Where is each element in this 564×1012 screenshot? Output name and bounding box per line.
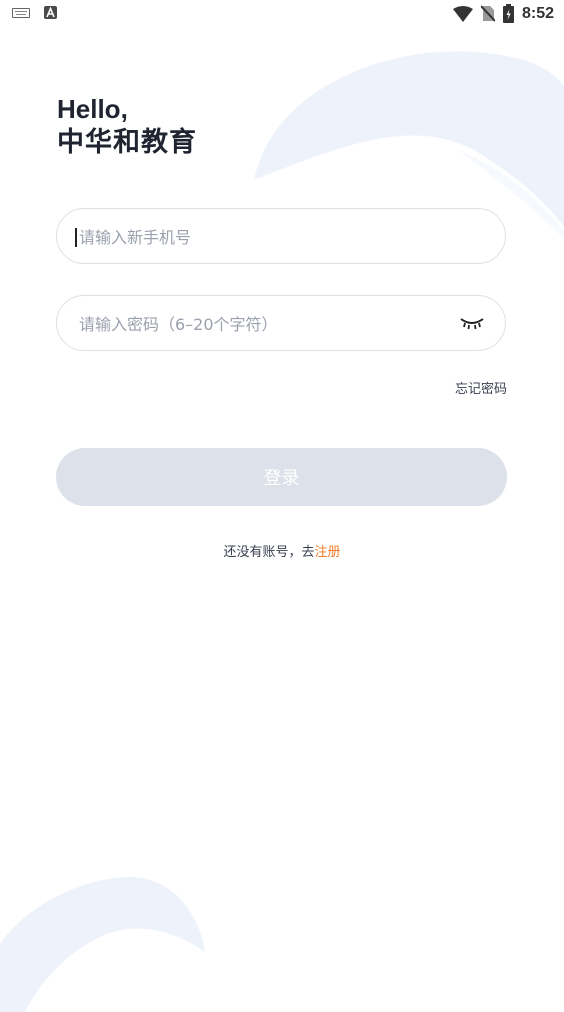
password-field[interactable] xyxy=(56,295,506,352)
battery-icon xyxy=(502,4,514,23)
brand-title: 中华和教育 xyxy=(57,127,197,158)
login-button[interactable]: 登录 xyxy=(56,448,507,506)
greeting: Hello, 中华和教育 xyxy=(57,94,197,160)
register-prompt: 还没有账号，去 xyxy=(223,545,315,560)
register-row: 还没有账号，去注册 xyxy=(0,541,564,560)
no-sim-icon xyxy=(480,5,495,22)
wifi-icon xyxy=(452,5,473,22)
password-input[interactable] xyxy=(77,296,441,352)
register-link[interactable]: 注册 xyxy=(315,545,341,560)
phone-input[interactable] xyxy=(77,209,441,265)
status-time: 8:52 xyxy=(521,4,554,22)
eye-closed-icon[interactable] xyxy=(459,315,485,331)
keyboard-icon xyxy=(12,7,30,18)
status-bar: 8:52 xyxy=(0,0,564,30)
decorative-wave-bottom xyxy=(0,877,205,1012)
status-right: 8:52 xyxy=(452,4,554,23)
hello-heading: Hello, xyxy=(57,94,128,124)
a-icon xyxy=(44,6,57,19)
forgot-password-link[interactable]: 忘记密码 xyxy=(455,378,507,397)
phone-field[interactable] xyxy=(56,208,506,265)
status-left xyxy=(12,6,57,19)
